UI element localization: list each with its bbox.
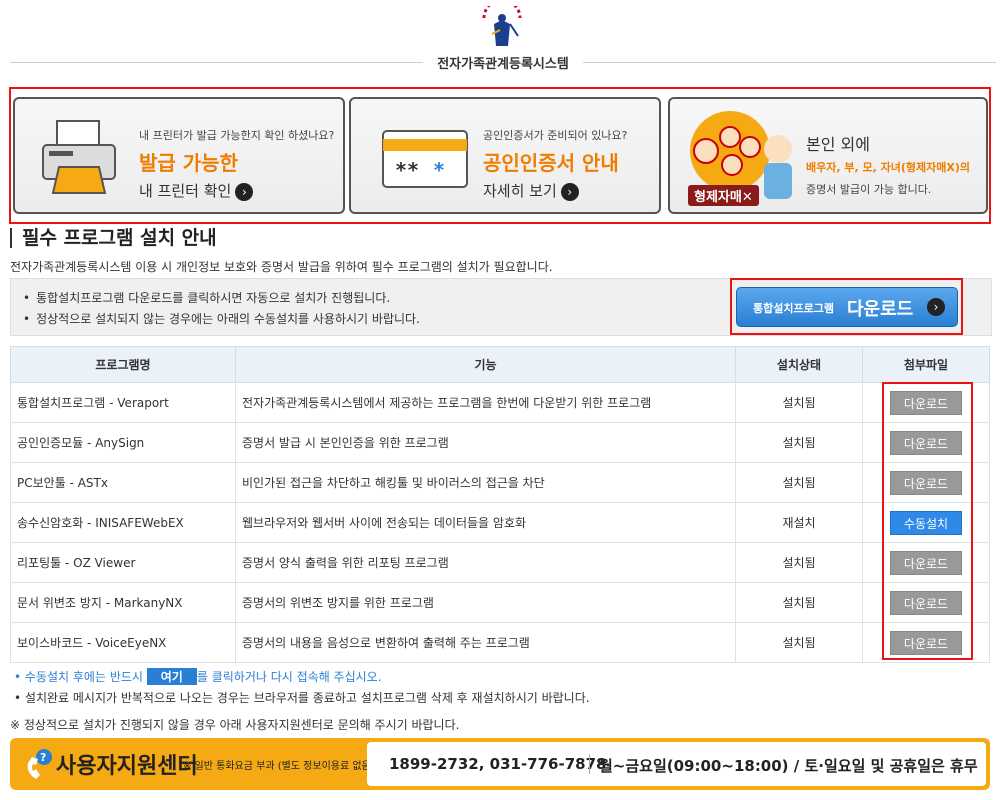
table-header-row: 프로그램명 기능 설치상태 첨부파일 — [10, 346, 990, 383]
install-status: 설치됨 — [735, 582, 863, 623]
contact-note: ※ 정상적으로 설치가 진행되지 않을 경우 아래 사용자지원센터로 문의해 주… — [10, 718, 460, 732]
court-logo-icon — [482, 6, 522, 46]
install-status: 재설치 — [735, 502, 863, 543]
info-cards: 내 프린터가 발급 가능한지 확인 하셨나요? 발급 가능한 내 프린터 확인 ›… — [9, 87, 991, 224]
sibling-badge: 형제자매✕ — [688, 185, 759, 206]
program-func: 증명서의 위변조 방지를 위한 프로그램 — [235, 582, 736, 623]
section-title: 필수 프로그램 설치 안내 — [10, 228, 217, 248]
install-status: 설치됨 — [735, 462, 863, 503]
col-func-header: 기능 — [235, 346, 736, 383]
arrow-right-icon: › — [927, 298, 945, 316]
col-name-header: 프로그램명 — [10, 346, 236, 383]
program-func: 전자가족관계등록시스템에서 제공하는 프로그램을 한번에 다운받기 위한 프로그… — [235, 382, 736, 423]
family-line3: 증명서 발급이 가능 합니다. — [806, 183, 932, 196]
reconnect-note: • 수동설치 후에는 반드시 여기 를 클릭하거나 다시 접속해 주십시오. — [14, 668, 382, 685]
support-banner: ? 사용자지원센터 ※ 일반 통화요금 부과 (별도 정보이용료 없음) 189… — [10, 738, 990, 790]
col-attach-header: 첨부파일 — [862, 346, 990, 383]
phone-icon: ? — [27, 749, 52, 779]
printer-link[interactable]: 내 프린터 확인 › — [139, 180, 254, 201]
here-link[interactable]: 여기 — [146, 668, 197, 685]
program-name: 송수신암호화 - INISAFEWebEX — [10, 502, 236, 543]
table-row: 리포팅툴 - OZ Viewer 증명서 양식 출력을 위한 리포팅 프로그램 … — [10, 542, 990, 583]
program-table: 프로그램명 기능 설치상태 첨부파일 통합설치프로그램 - Veraport 전… — [10, 346, 990, 663]
program-name: 보이스바코드 - VoiceEyeNX — [10, 622, 236, 663]
certificate-link[interactable]: 자세히 보기 › — [483, 180, 579, 201]
support-phones: 1899-2732, 031-776-7878 — [389, 755, 607, 773]
bottom-notes: • 수동설치 후에는 반드시 여기 를 클릭하거나 다시 접속해 주십시오. • … — [14, 668, 590, 710]
support-info: 1899-2732, 031-776-7878 월~금요일(09:00~18:0… — [367, 742, 986, 786]
program-func: 비인가된 접근을 차단하고 해킹툴 및 바이러스의 접근을 차단 — [235, 462, 736, 503]
svg-text:*: * — [433, 158, 445, 182]
manual-install-button[interactable]: 수동설치 — [890, 510, 962, 535]
download-button[interactable]: 다운로드 — [890, 390, 962, 415]
table-row: 송수신암호화 - INISAFEWebEX 웹브라우저와 웹서버 사이에 전송되… — [10, 502, 990, 543]
download-button[interactable]: 다운로드 — [890, 430, 962, 455]
reinstall-note: • 설치완료 메시지가 반복적으로 나오는 경우는 브라우저를 종료하고 설치프… — [14, 691, 590, 705]
section-desc: 전자가족관계등록시스템 이용 시 개인정보 보호와 증명서 발급을 위하여 필수… — [10, 260, 553, 274]
install-status: 설치됨 — [735, 622, 863, 663]
support-title: 사용자지원센터 — [56, 754, 198, 779]
support-hours: 월~금요일(09:00~18:00) / 토·일요일 및 공휴일은 휴무 — [599, 757, 978, 775]
download-button[interactable]: 다운로드 — [890, 630, 962, 655]
printer-check-card[interactable]: 내 프린터가 발급 가능한지 확인 하셨나요? 발급 가능한 내 프린터 확인 › — [13, 97, 345, 214]
program-func: 웹브라우저와 웹서버 사이에 전송되는 데이터들을 암호화 — [235, 502, 736, 543]
download-button[interactable]: 다운로드 — [890, 470, 962, 495]
header: 전자가족관계등록시스템 — [0, 0, 1006, 80]
family-cert-card: 형제자매✕ 본인 외에 배우자, 부, 모, 자녀(형제자매X)의 증명서 발급… — [668, 97, 988, 214]
program-func: 증명서 발급 시 본인인증을 위한 프로그램 — [235, 422, 736, 463]
program-name: PC보안툴 - ASTx — [10, 462, 236, 503]
printer-icon — [42, 120, 116, 194]
arrow-right-icon: › — [235, 182, 254, 201]
printer-question: 내 프린터가 발급 가능한지 확인 하셨나요? — [139, 129, 335, 142]
program-func: 증명서의 내용을 음성으로 변환하여 출력해 주는 프로그램 — [235, 622, 736, 663]
certificate-big-label: 공인인증서 안내 — [483, 151, 619, 175]
program-name: 문서 위변조 방지 - MarkanyNX — [10, 582, 236, 623]
certificate-guide-card[interactable]: ** * 공인인증서가 준비되어 있나요? 공인인증서 안내 자세히 보기 › — [349, 97, 661, 214]
printer-big-label: 발급 가능한 — [139, 151, 238, 175]
install-status: 설치됨 — [735, 422, 863, 463]
arrow-right-icon: › — [560, 182, 579, 201]
certificate-card-icon: ** * — [382, 130, 468, 188]
site-title: 전자가족관계등록시스템 — [0, 53, 1006, 72]
family-line1: 본인 외에 — [806, 135, 870, 154]
program-name: 통합설치프로그램 - Veraport — [10, 382, 236, 423]
program-name: 리포팅툴 - OZ Viewer — [10, 542, 236, 583]
program-func: 증명서 양식 출력을 위한 리포팅 프로그램 — [235, 542, 736, 583]
install-status: 설치됨 — [735, 382, 863, 423]
notice-item: 정상적으로 설치되지 않는 경우에는 아래의 수동설치를 사용하시기 바랍니다. — [23, 310, 420, 327]
certificate-question: 공인인증서가 준비되어 있나요? — [483, 129, 628, 142]
table-row: 통합설치프로그램 - Veraport 전자가족관계등록시스템에서 제공하는 프… — [10, 382, 990, 423]
family-line2: 배우자, 부, 모, 자녀(형제자매X)의 — [806, 161, 970, 174]
col-status-header: 설치상태 — [735, 346, 863, 383]
install-status: 설치됨 — [735, 542, 863, 583]
download-highlight: 통합설치프로그램 다운로드 › — [730, 278, 963, 335]
divider — [589, 754, 590, 774]
table-row: 문서 위변조 방지 - MarkanyNX 증명서의 위변조 방지를 위한 프로… — [10, 582, 990, 623]
table-row: 공인인증모듈 - AnySign 증명서 발급 시 본인인증을 위한 프로그램 … — [10, 422, 990, 463]
program-name: 공인인증모듈 - AnySign — [10, 422, 236, 463]
download-big-label: 다운로드 — [847, 299, 914, 320]
integrated-download-button[interactable]: 통합설치프로그램 다운로드 › — [736, 287, 958, 327]
download-button[interactable]: 다운로드 — [890, 550, 962, 575]
svg-text:?: ? — [40, 751, 46, 764]
svg-text:**: ** — [395, 158, 419, 182]
table-row: PC보안툴 - ASTx 비인가된 접근을 차단하고 해킹툴 및 바이러스의 접… — [10, 462, 990, 503]
support-sub: ※ 일반 통화요금 부과 (별도 정보이용료 없음) — [183, 761, 375, 772]
download-small-label: 통합설치프로그램 — [753, 302, 834, 315]
table-row: 보이스바코드 - VoiceEyeNX 증명서의 내용을 음성으로 변환하여 출… — [10, 622, 990, 663]
notice-item: 통합설치프로그램 다운로드를 클릭하시면 자동으로 설치가 진행됩니다. — [23, 289, 390, 306]
download-button[interactable]: 다운로드 — [890, 590, 962, 615]
